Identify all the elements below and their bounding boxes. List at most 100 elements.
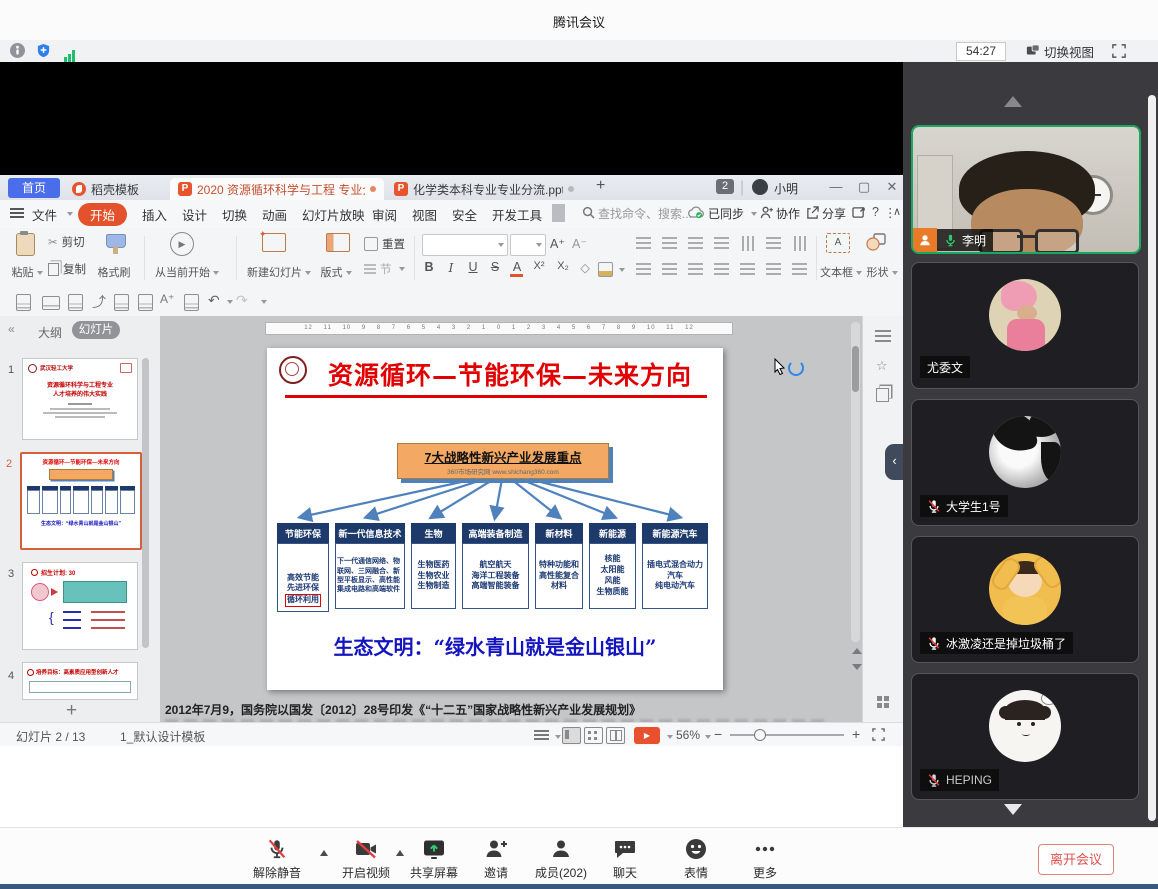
add-slide-button[interactable]: + (66, 700, 77, 722)
cloud-sync-icon[interactable] (688, 206, 704, 224)
view-sorter-button[interactable] (584, 727, 603, 744)
textbox-button[interactable]: 文本框 (818, 264, 864, 280)
copy-button[interactable]: 复制 (48, 261, 86, 277)
grid-view-icon[interactable] (877, 696, 882, 701)
edit-mode-icon[interactable] (852, 206, 866, 224)
paragraph-spacing-icon[interactable] (792, 263, 807, 276)
restore-button[interactable]: ▢ (854, 179, 874, 195)
menu-security[interactable]: 安全 (452, 205, 477, 224)
close-button[interactable]: ✕ (882, 179, 902, 195)
zoom-slider-knob[interactable] (754, 729, 766, 741)
print-icon[interactable] (42, 296, 60, 310)
undo-button[interactable]: ↶ (208, 292, 220, 309)
view-normal-button[interactable] (562, 727, 581, 744)
collab-label[interactable]: 协作 (776, 205, 800, 222)
participant-tile[interactable]: HEPING (911, 673, 1139, 800)
cut-button[interactable]: ✂剪切 (48, 234, 85, 250)
slide-thumbnail-4[interactable]: 培养目标：高素质应用型创新人才 (22, 662, 138, 700)
bullets-icon[interactable] (636, 237, 651, 250)
clear-format-button[interactable]: ◇ (576, 260, 594, 275)
justify-icon[interactable] (714, 263, 729, 276)
members-button[interactable]: 成员(202) (535, 837, 587, 881)
indent-increase-icon[interactable] (714, 237, 729, 250)
hamburger-icon[interactable] (10, 208, 24, 218)
invite-button[interactable]: 邀请 (484, 837, 508, 881)
tab-outline[interactable]: 大纲 (38, 324, 62, 341)
text-tool-icon[interactable] (598, 262, 613, 277)
indent-decrease-icon[interactable] (688, 237, 703, 250)
italic-button[interactable]: I (442, 260, 460, 275)
format-painter-button[interactable]: 格式刷 (88, 264, 140, 280)
help-button[interactable]: ? (872, 205, 879, 219)
format-tool-icon[interactable]: A⁺ (160, 292, 174, 306)
panel-scrollbar[interactable] (1148, 95, 1156, 821)
unmute-button[interactable]: 解除静音 (253, 837, 301, 881)
leave-meeting-button[interactable]: 离开会议 (1038, 844, 1114, 875)
text-direction-icon[interactable] (741, 236, 754, 251)
collapse-ribbon-button[interactable]: ∧ (893, 205, 901, 218)
save-icon[interactable] (16, 294, 31, 311)
menu-transition[interactable]: 切换 (222, 205, 247, 224)
tab-count-badge[interactable]: 2 (716, 179, 734, 194)
new-tab-button[interactable]: + (596, 177, 605, 195)
align-center-icon[interactable] (662, 263, 677, 276)
fit-slide-icon[interactable] (872, 728, 885, 744)
import-export-icon[interactable]: ⤴ (92, 292, 106, 312)
next-slide-button[interactable] (852, 664, 862, 670)
menu-devtools[interactable]: 开发工具 (492, 205, 542, 224)
avatar[interactable] (752, 179, 768, 195)
print-preview-icon[interactable] (68, 294, 83, 311)
strikethrough-button[interactable]: S (486, 260, 504, 274)
fullscreen-icon[interactable] (1112, 44, 1126, 63)
shapes-button[interactable]: 形状 (862, 264, 902, 280)
participant-tile[interactable]: 尤委文 (911, 262, 1139, 389)
properties-icon[interactable] (875, 330, 891, 342)
start-video-button[interactable]: 开启视频 (342, 837, 390, 881)
share-icon[interactable] (806, 206, 819, 224)
numbering-icon[interactable] (662, 237, 677, 250)
align-left-icon[interactable] (636, 263, 651, 276)
section-button[interactable]: 节 (364, 261, 405, 277)
sync-status[interactable]: 已同步 (708, 205, 744, 222)
line-spacing-icon[interactable] (766, 263, 781, 276)
font-increase-button[interactable]: A⁺ (550, 236, 565, 251)
duplicate-icon[interactable] (114, 294, 129, 311)
zoom-slider-track[interactable] (730, 734, 844, 736)
font-size-combo[interactable] (510, 234, 546, 256)
switch-view-button[interactable]: 切换视图 (1026, 42, 1094, 60)
emoji-button[interactable]: 表情 (684, 837, 708, 881)
customize-quickbar-icon[interactable] (261, 300, 267, 304)
prev-slide-button[interactable] (852, 648, 862, 654)
scroll-up-arrow[interactable] (1004, 96, 1022, 107)
beautify-icon[interactable]: ☆ (876, 358, 888, 374)
font-name-combo[interactable] (422, 234, 508, 256)
collab-icon[interactable] (760, 206, 773, 224)
scroll-down-arrow[interactable] (1004, 804, 1022, 815)
share-screen-button[interactable]: 共享屏幕 (410, 837, 458, 881)
shield-icon[interactable] (36, 43, 51, 63)
clipboard-icon[interactable] (138, 294, 153, 311)
bold-button[interactable]: B (420, 260, 438, 274)
font-decrease-button[interactable]: A⁻ (572, 236, 587, 251)
distribute-icon[interactable] (740, 263, 755, 276)
font-color-button[interactable]: A (508, 260, 526, 274)
canvas-scrollbar-track[interactable] (851, 322, 860, 642)
tab-slides[interactable]: 幻灯片 (72, 321, 120, 339)
align-text-icon[interactable] (793, 236, 806, 251)
wps-doc-tab-active[interactable]: P 2020 资源循环科学与工程 专业介绍 (170, 178, 384, 200)
collapse-panel-button[interactable]: « (8, 322, 15, 336)
menu-animation[interactable]: 动画 (262, 205, 287, 224)
paste-button[interactable]: 粘贴 (4, 264, 50, 280)
columns-icon[interactable] (766, 237, 781, 250)
panel-toggle[interactable]: ‹ (885, 444, 904, 480)
network-signal-icon[interactable] (64, 44, 76, 62)
subscript-button[interactable]: X₂ (554, 260, 572, 272)
new-slide-button[interactable]: 新建幻灯片 (240, 264, 318, 280)
minimize-button[interactable]: — (826, 179, 846, 194)
search-icon[interactable] (582, 206, 595, 224)
play-from-current-button[interactable]: 从当前开始 (146, 264, 228, 280)
participant-tile-video[interactable]: 李明 (911, 125, 1141, 254)
slide[interactable]: 资源循环—节能环保—未来方向 7大战略性新兴产业发展重点 360市场研究网 ww… (267, 348, 723, 690)
zoom-level[interactable]: 56% (676, 728, 700, 742)
more-button[interactable]: 更多 (753, 837, 777, 881)
